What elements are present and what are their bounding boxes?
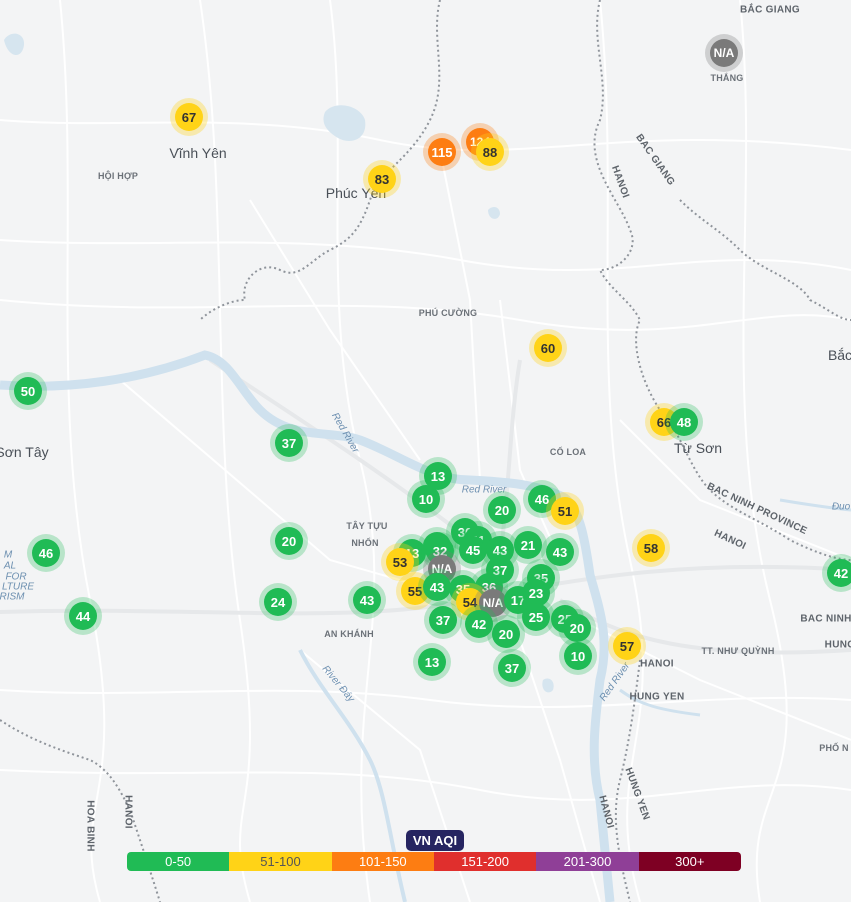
- aqi-marker[interactable]: 42: [827, 559, 851, 587]
- place-hung: HUNG: [824, 639, 851, 651]
- map-canvas[interactable]: Vĩnh Yên HỘI HỢP Phúc Yên PHÚ CƯỜNG Sơn …: [0, 0, 851, 902]
- legend-segment-0-50: 0-50: [127, 852, 230, 871]
- aqi-marker[interactable]: 53: [386, 548, 414, 576]
- aqi-legend: VN AQI 0-50 51-100 101-150 151-200 201-3…: [127, 830, 741, 872]
- label-red-river-2: Red River: [461, 484, 507, 496]
- place-thang: THẮNG: [710, 73, 744, 83]
- aqi-marker[interactable]: 20: [492, 620, 520, 648]
- aqi-marker[interactable]: 51: [551, 497, 579, 525]
- aqi-marker[interactable]: 46: [32, 539, 60, 567]
- place-hoi-hop: HỘI HỢP: [97, 171, 139, 181]
- place-son-tay: Sơn Tây: [0, 444, 49, 460]
- label-museum-5: RISM: [0, 591, 25, 603]
- aqi-marker[interactable]: 20: [275, 527, 303, 555]
- legend-bar: 0-50 51-100 101-150 151-200 201-300 300+: [127, 852, 741, 871]
- aqi-marker[interactable]: N/A: [710, 39, 738, 67]
- aqi-marker[interactable]: 10: [412, 485, 440, 513]
- aqi-marker[interactable]: 44: [69, 602, 97, 630]
- aqi-marker[interactable]: 20: [563, 614, 591, 642]
- aqi-marker[interactable]: 58: [637, 534, 665, 562]
- place-vinh-yen: Vĩnh Yên: [169, 145, 227, 161]
- place-hung-yen: HUNG YEN: [629, 691, 685, 703]
- label-duo-edge: Đuo: [831, 501, 851, 513]
- place-nhon: NHỔN: [351, 538, 379, 548]
- aqi-marker[interactable]: 42: [465, 610, 493, 638]
- place-bac-edge: Bắc: [827, 347, 851, 363]
- aqi-marker[interactable]: 115: [428, 138, 456, 166]
- place-pho-n: PHỐ N: [819, 743, 849, 753]
- minor-roads: [0, 0, 851, 902]
- legend-segment-51-100: 51-100: [229, 852, 332, 871]
- place-co-loa: CỔ LOA: [549, 447, 587, 457]
- aqi-marker[interactable]: 37: [275, 429, 303, 457]
- aqi-marker[interactable]: 25: [522, 603, 550, 631]
- legend-segment-151-200: 151-200: [433, 852, 537, 871]
- legend-segment-201-300: 201-300: [536, 852, 639, 871]
- place-hanoi-4: HANOI: [122, 795, 134, 829]
- aqi-marker[interactable]: 43: [353, 586, 381, 614]
- aqi-marker[interactable]: 21: [514, 531, 542, 559]
- aqi-marker[interactable]: 43: [423, 573, 451, 601]
- place-tu-son: Từ Sơn: [673, 440, 723, 456]
- place-te-nhu-quynh: TT. NHƯ QUỲNH: [701, 646, 775, 656]
- place-an-khanh: AN KHÁNH: [324, 629, 374, 639]
- aqi-marker[interactable]: 60: [534, 334, 562, 362]
- label-museum-2: AL: [3, 560, 17, 572]
- aqi-marker[interactable]: 88: [476, 138, 504, 166]
- legend-title: VN AQI: [406, 830, 464, 851]
- aqi-marker[interactable]: 37: [429, 606, 457, 634]
- aqi-marker[interactable]: 48: [670, 408, 698, 436]
- aqi-marker[interactable]: 24: [264, 588, 292, 616]
- legend-segment-300-plus: 300+: [638, 852, 741, 871]
- aqi-marker[interactable]: 57: [613, 632, 641, 660]
- aqi-marker[interactable]: 83: [368, 165, 396, 193]
- aqi-marker[interactable]: 37: [498, 654, 526, 682]
- place-hanoi-3: HANOI: [640, 658, 674, 670]
- legend-segment-101-150: 101-150: [331, 852, 434, 871]
- aqi-marker[interactable]: 43: [546, 538, 574, 566]
- place-tay-tuu: TÂY TỰU: [346, 521, 388, 531]
- aqi-marker[interactable]: 50: [14, 377, 42, 405]
- label-museum-1: M: [3, 549, 13, 561]
- aqi-marker[interactable]: 67: [175, 103, 203, 131]
- place-bac-ninh: BAC NINH: [800, 613, 851, 625]
- basemap: [0, 0, 851, 902]
- place-bac-giang-top: BẮC GIANG: [740, 4, 800, 16]
- aqi-marker[interactable]: 20: [488, 496, 516, 524]
- aqi-marker[interactable]: 13: [418, 648, 446, 676]
- place-phu-cuong: PHÚ CƯỜNG: [418, 308, 478, 318]
- aqi-marker[interactable]: 45: [459, 536, 487, 564]
- aqi-marker[interactable]: 10: [564, 642, 592, 670]
- place-hoa-binh: HOA BINH: [84, 800, 96, 852]
